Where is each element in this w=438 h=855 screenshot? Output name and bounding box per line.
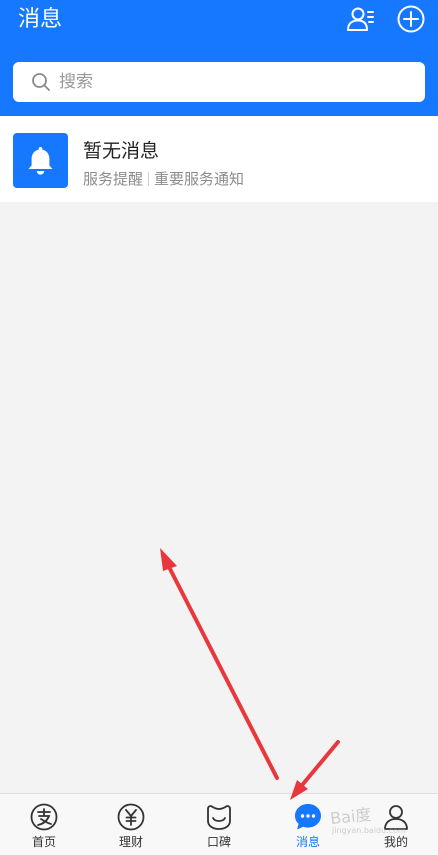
bell-icon xyxy=(28,147,53,175)
alipay-home-icon xyxy=(30,803,58,831)
message-subtitle: 服务提醒 重要服务通知 xyxy=(83,169,244,189)
chat-bubble-icon xyxy=(295,804,321,830)
message-title: 暂无消息 xyxy=(83,140,160,162)
koubei-icon xyxy=(207,805,231,830)
alipay-messages-screen: 消息 搜索 暂无消息 服务提醒 重要服务通知 首页 理财 口碑 消息 我的 Ba… xyxy=(0,0,438,855)
yuan-icon xyxy=(117,803,145,831)
divider xyxy=(148,172,150,186)
list-item-service-notice[interactable]: 暂无消息 服务提醒 重要服务通知 xyxy=(0,116,438,202)
message-description: 重要服务通知 xyxy=(154,170,245,188)
search-input[interactable]: 搜索 xyxy=(13,62,425,102)
header-bar: 消息 搜索 xyxy=(0,0,438,116)
page-title: 消息 xyxy=(18,7,63,32)
tab-finance-label: 理财 xyxy=(118,835,143,849)
contacts-icon[interactable] xyxy=(346,4,376,34)
tab-koubei-label: 口碑 xyxy=(206,835,231,849)
tab-finance[interactable]: 理财 xyxy=(87,794,175,855)
arrow-long xyxy=(160,548,279,780)
tab-messages-label: 消息 xyxy=(295,835,320,849)
search-icon xyxy=(32,73,50,91)
tab-home-label: 首页 xyxy=(31,835,56,849)
watermark-logo: Bai度 xyxy=(329,804,373,829)
tab-home[interactable]: 首页 xyxy=(0,794,88,855)
watermark-url: jingyan.baidu.com xyxy=(332,826,406,835)
search-placeholder: 搜索 xyxy=(59,72,93,92)
add-icon[interactable] xyxy=(396,4,426,34)
tab-mine-label: 我的 xyxy=(383,835,408,849)
arrow-short xyxy=(290,740,340,800)
tab-koubei[interactable]: 口碑 xyxy=(175,794,263,855)
notification-avatar xyxy=(13,133,68,188)
message-tag: 服务提醒 xyxy=(83,170,144,188)
